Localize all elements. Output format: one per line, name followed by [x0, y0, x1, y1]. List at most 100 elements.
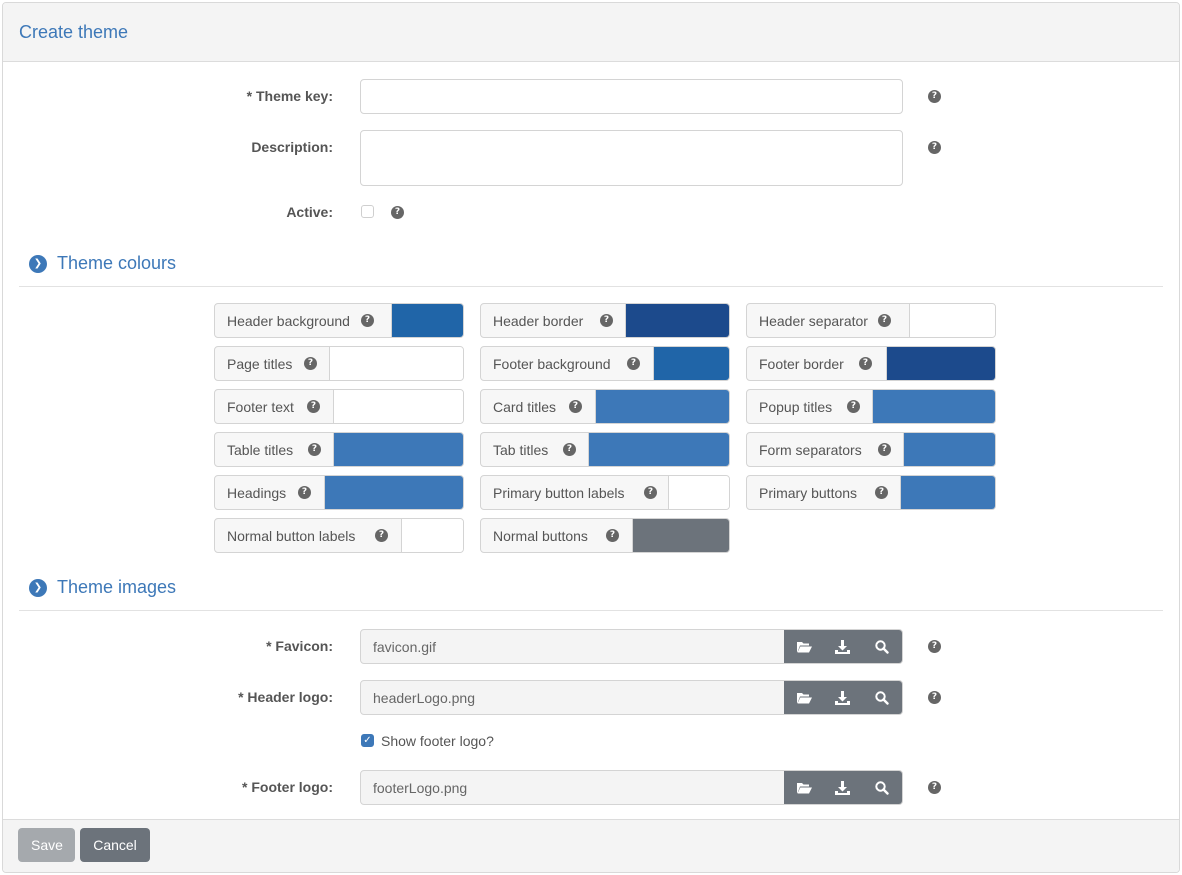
download-icon[interactable]	[823, 681, 862, 714]
colour-field-footer-border: Footer border?	[746, 346, 996, 381]
colour-swatch-header-separator[interactable]	[909, 304, 995, 337]
colour-swatch-primary-buttons[interactable]	[900, 476, 995, 509]
chevron-circle-down-icon[interactable]: ❯	[29, 579, 47, 597]
description-help-icon[interactable]: ?	[928, 141, 941, 154]
colour-field-form-separators: Form separators?	[746, 432, 996, 467]
colour-swatch-normal-buttons[interactable]	[632, 519, 729, 552]
question-circle-icon[interactable]: ?	[627, 357, 640, 370]
colour-swatch-footer-text[interactable]	[333, 390, 463, 423]
question-circle-icon[interactable]: ?	[847, 400, 860, 413]
question-circle-icon[interactable]: ?	[304, 357, 317, 370]
show-footer-logo-checkbox[interactable]: ✓	[361, 734, 374, 747]
colour-label: Header background	[227, 313, 350, 329]
colour-swatch-primary-button-labels[interactable]	[668, 476, 729, 509]
theme-colours-section-header[interactable]: ❯ Theme colours	[19, 251, 1163, 287]
colour-field-popup-titles: Popup titles?	[746, 389, 996, 424]
question-circle-icon[interactable]: ?	[569, 400, 582, 413]
question-circle-icon[interactable]: ?	[875, 486, 888, 499]
question-circle-icon[interactable]: ?	[375, 529, 388, 542]
header-logo-actions	[784, 681, 902, 714]
question-circle-icon[interactable]: ?	[298, 486, 311, 499]
page-title: Create theme	[19, 22, 129, 42]
colour-label: Primary button labels	[493, 485, 625, 501]
theme-key-help-icon[interactable]: ?	[928, 90, 941, 103]
colour-label: Footer background	[493, 356, 611, 372]
card-header: Create theme	[3, 3, 1179, 62]
colour-swatch-table-titles[interactable]	[333, 433, 463, 466]
colour-field-page-titles: Page titles?	[214, 346, 464, 381]
question-circle-icon[interactable]: ?	[361, 314, 374, 327]
description-label: Description:	[251, 139, 333, 155]
colour-swatch-header-border[interactable]	[625, 304, 729, 337]
question-circle-icon[interactable]: ?	[606, 529, 619, 542]
colour-label: Headings	[227, 485, 287, 501]
colour-label: Table titles	[227, 442, 294, 458]
theme-key-input[interactable]	[360, 79, 903, 114]
theme-images-title: Theme images	[57, 577, 177, 597]
colour-swatch-footer-border[interactable]	[886, 347, 995, 380]
colour-field-primary-buttons: Primary buttons?	[746, 475, 996, 510]
theme-images-section-header[interactable]: ❯ Theme images	[19, 575, 1163, 611]
footer-logo-value: footerLogo.png	[373, 780, 468, 796]
question-circle-icon[interactable]: ?	[859, 357, 872, 370]
colour-field-header-border: Header border?	[480, 303, 730, 338]
colour-swatch-card-titles[interactable]	[595, 390, 729, 423]
colour-label: Page titles	[227, 356, 293, 372]
card-footer: Save Cancel	[3, 819, 1179, 872]
create-theme-card: Create theme * Theme key: ? Description:…	[2, 2, 1180, 873]
save-button[interactable]: Save	[18, 828, 75, 862]
colour-field-footer-background: Footer background?	[480, 346, 730, 381]
colour-label: Normal buttons	[493, 528, 588, 544]
colour-field-card-titles: Card titles?	[480, 389, 730, 424]
colour-swatch-footer-background[interactable]	[653, 347, 729, 380]
colour-swatch-header-background[interactable]	[391, 304, 463, 337]
header-logo-field: headerLogo.png	[360, 680, 903, 715]
question-circle-icon[interactable]: ?	[307, 400, 320, 413]
colour-swatch-normal-button-labels[interactable]	[401, 519, 463, 552]
colour-label: Footer border	[759, 356, 844, 372]
question-circle-icon[interactable]: ?	[878, 443, 891, 456]
magnifier-icon[interactable]	[863, 681, 902, 714]
colour-field-normal-button-labels: Normal button labels?	[214, 518, 464, 553]
folder-open-icon[interactable]	[784, 771, 823, 804]
colour-label: Normal button labels	[227, 528, 356, 544]
colour-swatch-popup-titles[interactable]	[872, 390, 995, 423]
question-circle-icon[interactable]: ?	[600, 314, 613, 327]
footer-logo-field: footerLogo.png	[360, 770, 903, 805]
favicon-help-icon[interactable]: ?	[928, 640, 941, 653]
colour-label: Card titles	[493, 399, 557, 415]
colour-swatch-form-separators[interactable]	[903, 433, 995, 466]
cancel-button[interactable]: Cancel	[80, 828, 150, 862]
colour-swatch-tab-titles[interactable]	[588, 433, 729, 466]
colour-swatch-page-titles[interactable]	[329, 347, 463, 380]
description-input[interactable]	[360, 130, 903, 186]
colour-field-primary-button-labels: Primary button labels?	[480, 475, 730, 510]
footer-logo-help-icon[interactable]: ?	[928, 781, 941, 794]
folder-open-icon[interactable]	[784, 630, 823, 663]
colour-field-table-titles: Table titles?	[214, 432, 464, 467]
download-icon[interactable]	[823, 771, 862, 804]
favicon-value: favicon.gif	[373, 639, 437, 655]
download-icon[interactable]	[823, 630, 862, 663]
colour-field-normal-buttons: Normal buttons?	[480, 518, 730, 553]
magnifier-icon[interactable]	[863, 630, 902, 663]
colour-field-footer-text: Footer text?	[214, 389, 464, 424]
question-circle-icon[interactable]: ?	[878, 314, 891, 327]
chevron-circle-down-icon[interactable]: ❯	[29, 255, 47, 273]
active-help-icon[interactable]: ?	[391, 206, 404, 219]
colour-label: Popup titles	[759, 399, 833, 415]
active-label: Active:	[286, 204, 333, 220]
header-logo-help-icon[interactable]: ?	[928, 691, 941, 704]
favicon-label: * Favicon:	[266, 638, 333, 654]
colour-label: Header border	[493, 313, 584, 329]
footer-logo-actions	[784, 771, 902, 804]
colour-swatch-headings[interactable]	[324, 476, 463, 509]
folder-open-icon[interactable]	[784, 681, 823, 714]
theme-key-label: * Theme key:	[246, 88, 333, 104]
question-circle-icon[interactable]: ?	[644, 486, 657, 499]
show-footer-logo-label[interactable]: Show footer logo?	[381, 733, 494, 749]
active-checkbox[interactable]	[361, 205, 374, 218]
magnifier-icon[interactable]	[863, 771, 902, 804]
question-circle-icon[interactable]: ?	[563, 443, 576, 456]
question-circle-icon[interactable]: ?	[308, 443, 321, 456]
